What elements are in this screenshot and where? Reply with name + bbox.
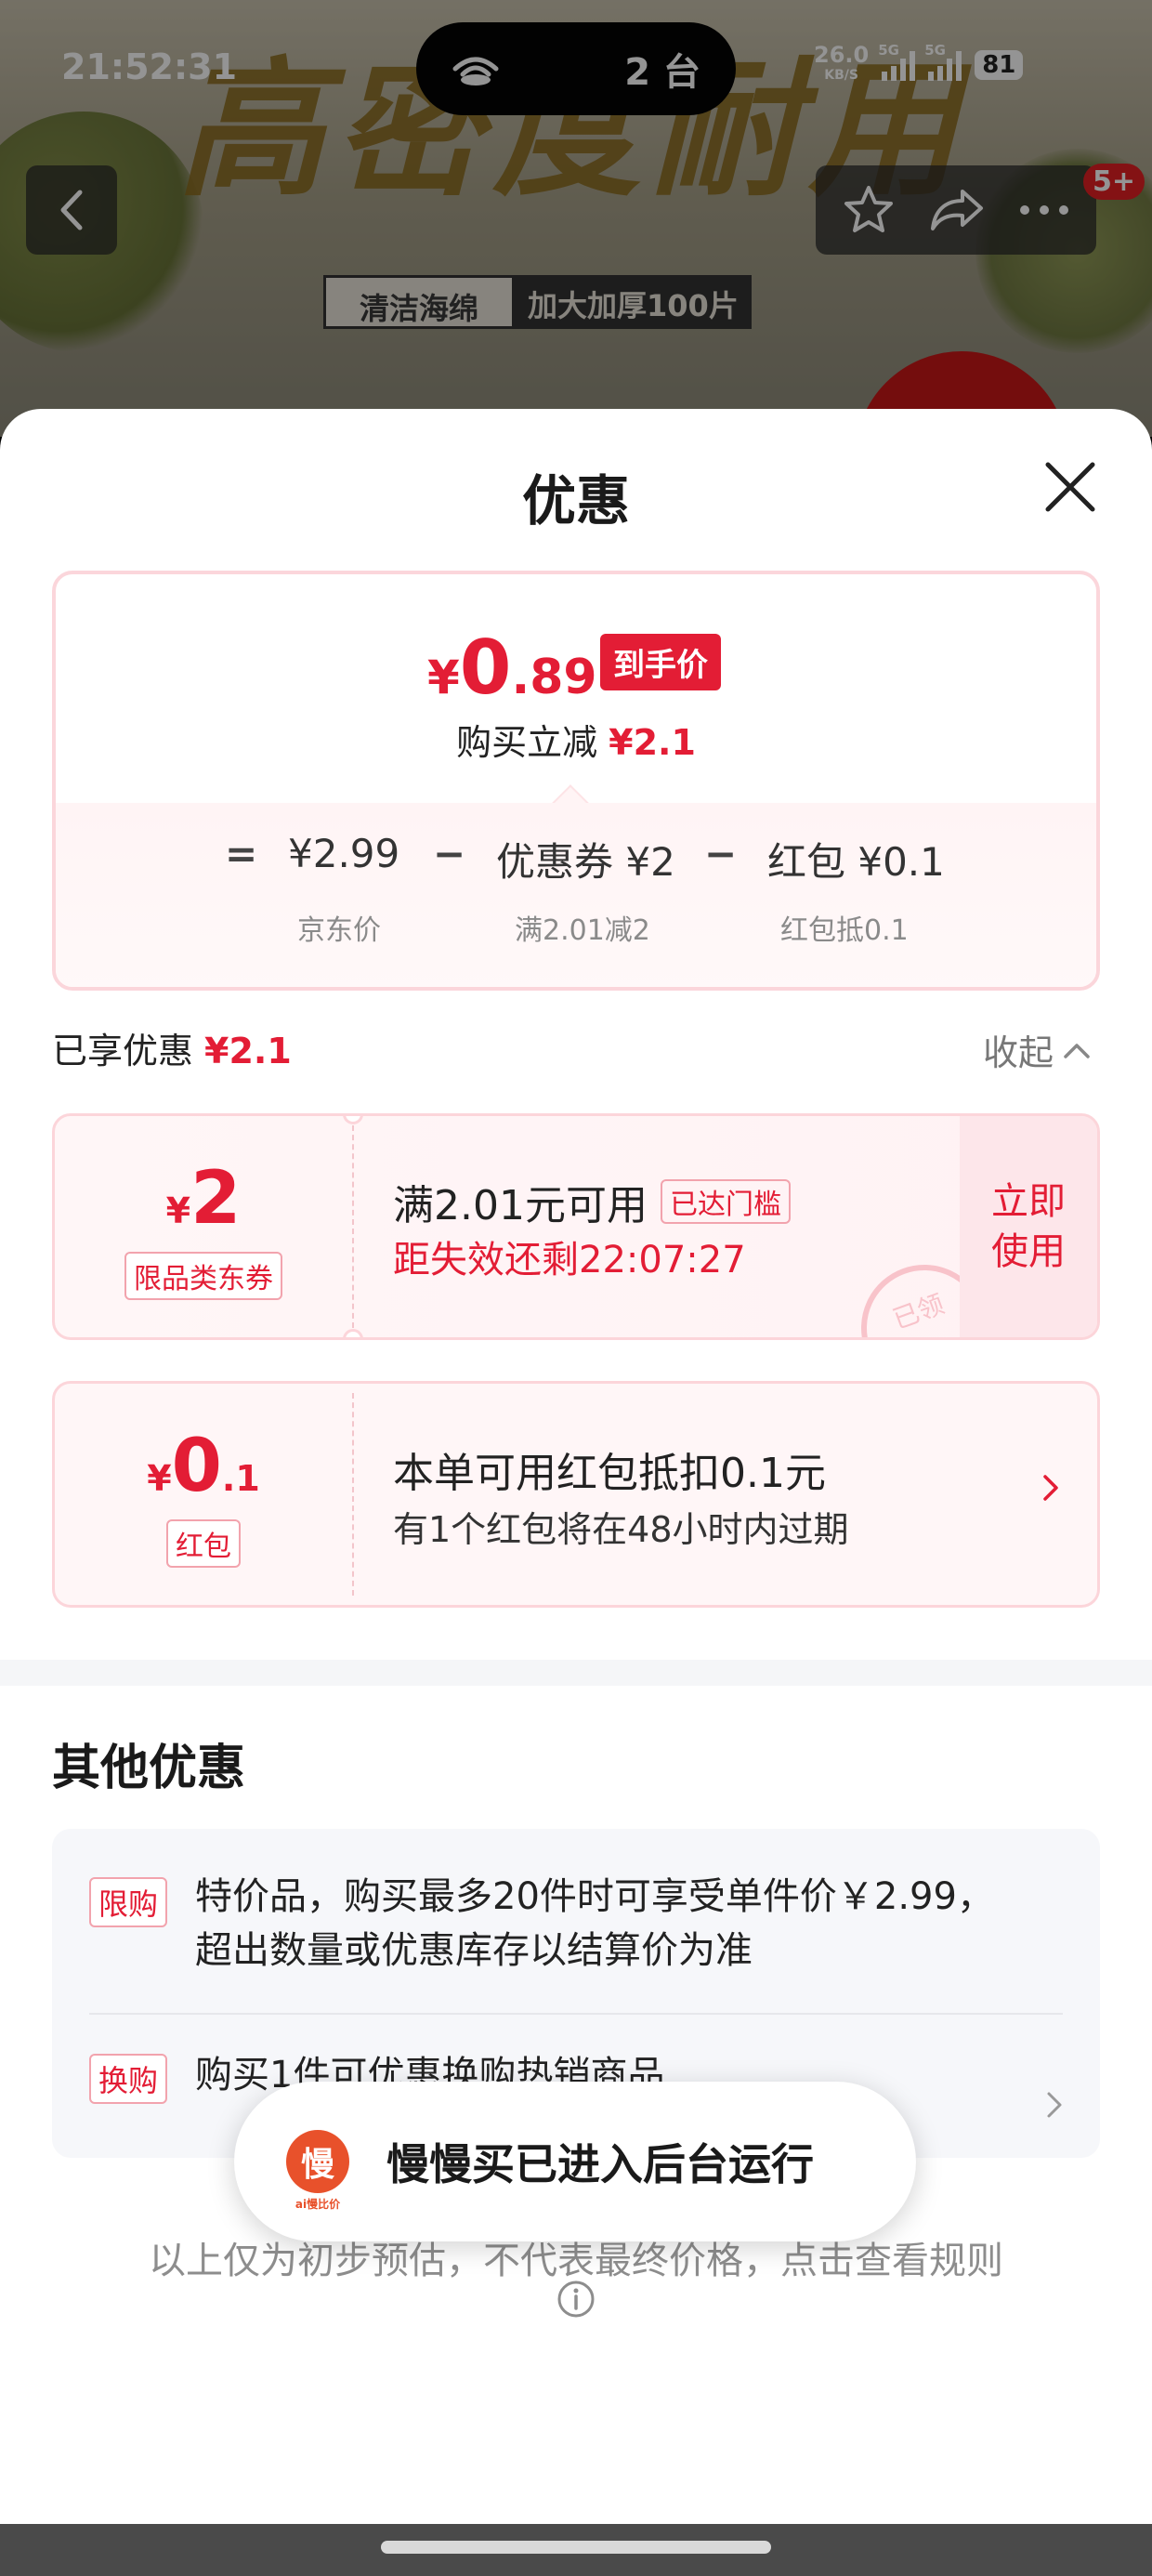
background-running-toast: 慢 ai慢比价 慢慢买已进入后台运行 [234, 2082, 916, 2241]
other-discounts-title: 其他优惠 [52, 1741, 246, 1796]
redpacket-label: 红包抵0.1 [780, 914, 909, 947]
sheet-title: 优惠 [521, 469, 630, 532]
redpacket-card[interactable]: ¥ 0 .1 红包 本单可用红包抵扣0.1元 有1个红包将在48小时内过期 [52, 1381, 1100, 1608]
collapse-button[interactable]: 收起 [983, 1024, 1091, 1075]
ticket-notch-bottom [343, 1329, 363, 1337]
coupon-countdown: 距失效还剩22:07:27 [393, 1239, 746, 1281]
final-price-tag: 到手价 [600, 634, 721, 690]
list-divider [89, 2013, 1063, 2015]
redpacket-type-badge: 红包 [166, 1519, 241, 1568]
coupon-label: 满2.01减2 [515, 914, 650, 947]
limit-description: 特价品，购买最多20件时可享受单件价￥2.99，超出数量或优惠库存以结算价为准 [195, 1875, 994, 1972]
chevron-right-icon[interactable] [1046, 2091, 1063, 2119]
price-formula: = ¥2.99 − 优惠券 ¥2 − 红包 ¥0.1 京东价 满2.01减2 红… [56, 803, 1096, 987]
info-icon[interactable] [556, 2279, 596, 2320]
app-logo-icon: 慢 ai慢比价 [286, 2130, 349, 2211]
coupon-amount: 优惠券 ¥2 [496, 839, 675, 885]
dashed-divider [352, 1125, 354, 1328]
dashed-divider [352, 1393, 354, 1596]
base-price-label: 京东价 [297, 914, 381, 947]
chevron-right-icon[interactable] [1041, 1473, 1060, 1503]
limit-tag: 限购 [89, 1877, 168, 1927]
close-icon[interactable] [1041, 457, 1100, 517]
coupon-condition: 满2.01元可用 已达门槛 [393, 1172, 791, 1231]
coupon-value: ¥ 2 限品类东券 [55, 1116, 352, 1337]
redpacket-amount: 红包 ¥0.1 [767, 839, 945, 885]
enjoyed-discount: 已享优惠 ¥2.1 [52, 1031, 292, 1071]
redpacket-value: ¥ 0 .1 红包 [55, 1384, 352, 1605]
minus-sign: − [433, 831, 466, 876]
chevron-up-icon [1064, 1043, 1090, 1058]
collapse-label: 收起 [983, 1032, 1054, 1073]
section-divider [0, 1660, 1152, 1686]
instant-discount: 购买立减 ¥2.1 [456, 722, 696, 763]
minus-sign-2: − [704, 831, 738, 876]
toast-message: 慢慢买已进入后台运行 [386, 2139, 814, 2189]
redpacket-expiry-note: 有1个红包将在48小时内过期 [393, 1509, 849, 1550]
threshold-reached-badge: 已达门槛 [660, 1179, 791, 1224]
final-price: ¥ 0 .89 [427, 624, 597, 711]
use-now-button[interactable]: 立即使用 [960, 1116, 1097, 1337]
equals-sign: = [225, 831, 258, 876]
final-price-section: ¥ 0 .89 到手价 购买立减 ¥2.1 [56, 574, 1096, 803]
coupon-card[interactable]: ¥ 2 限品类东券 满2.01元可用 已达门槛 距失效还剩22:07:27 已领… [52, 1113, 1100, 1340]
coupon-type-badge: 限品类东券 [124, 1252, 282, 1300]
price-summary-card: ¥ 0 .89 到手价 购买立减 ¥2.1 = ¥2.99 − 优惠券 ¥2 − … [52, 571, 1100, 991]
exchange-tag: 换购 [89, 2054, 168, 2104]
home-indicator[interactable] [381, 2541, 771, 2554]
base-price: ¥2.99 [288, 831, 400, 876]
redpacket-deduction: 本单可用红包抵扣0.1元 [393, 1450, 826, 1497]
